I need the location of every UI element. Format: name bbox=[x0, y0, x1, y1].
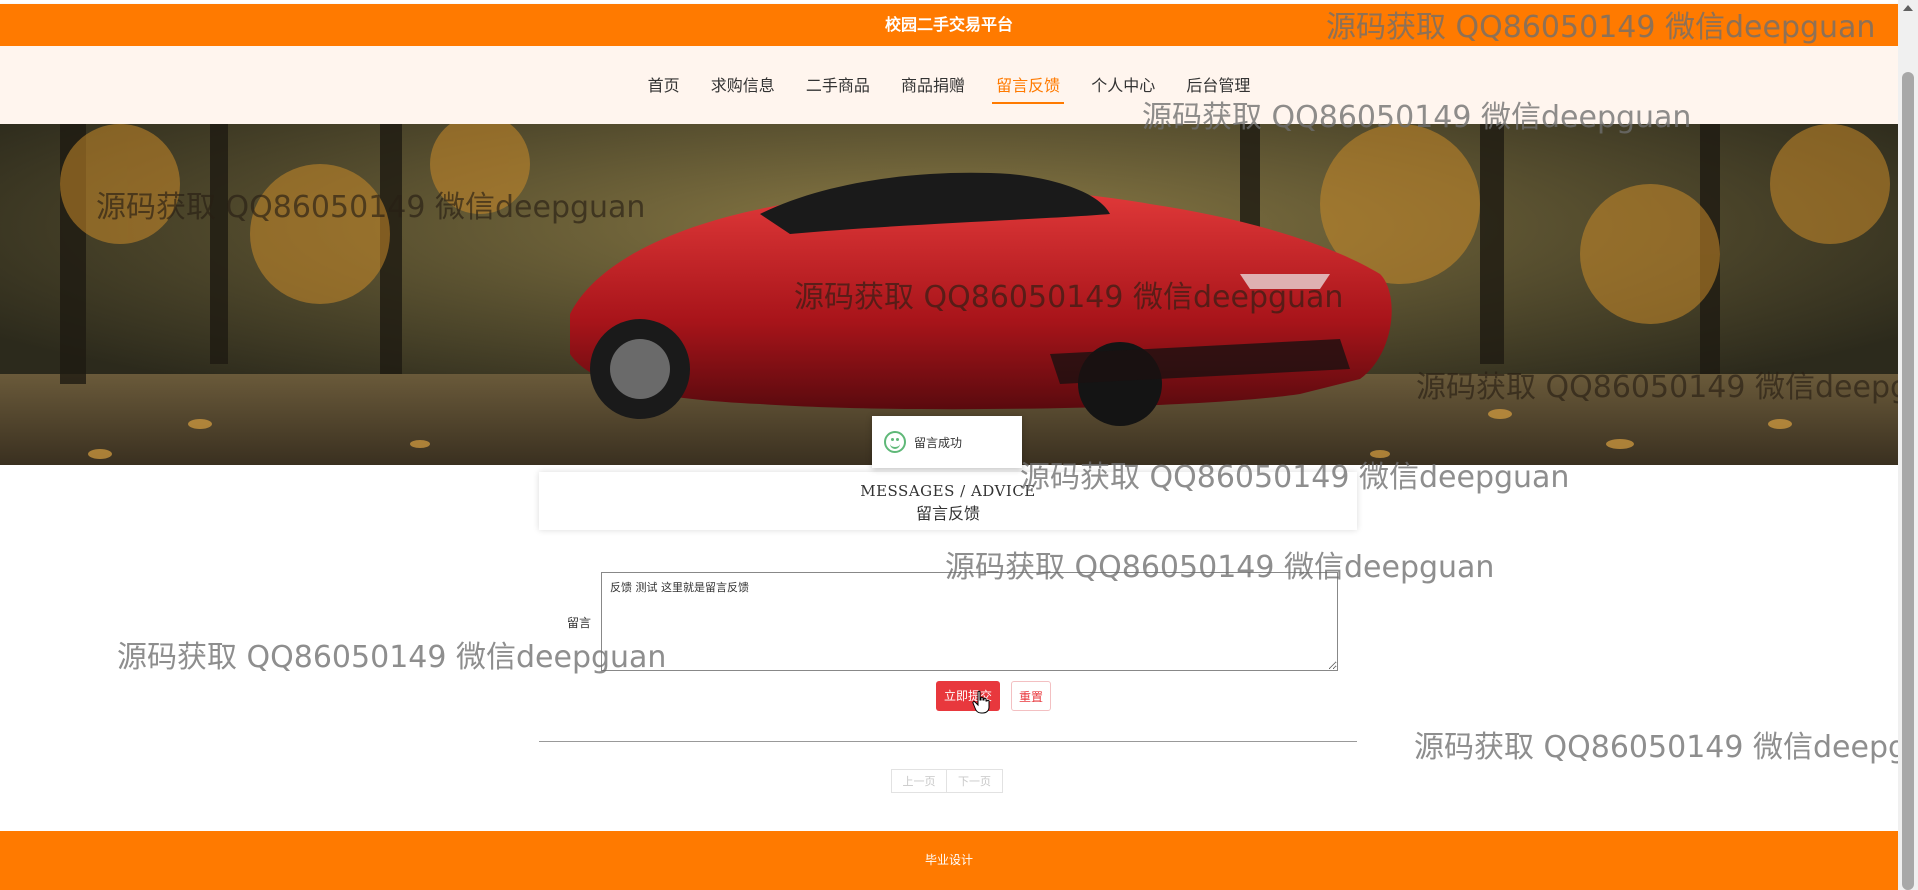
site-title: 校园二手交易平台 bbox=[884, 15, 1013, 34]
banner-illustration bbox=[0, 124, 1898, 465]
main-nav: 首页 求购信息 二手商品 商品捐赠 留言反馈 个人中心 后台管理 bbox=[0, 46, 1898, 124]
message-label: 留言 bbox=[566, 616, 591, 630]
submit-button[interactable]: 立即提交 bbox=[936, 681, 1000, 711]
message-textarea[interactable]: 反馈 测试 这里就是留言反馈 bbox=[601, 572, 1338, 671]
prev-page-button[interactable]: 上一页 bbox=[891, 769, 947, 793]
nav-item-profile[interactable]: 个人中心 bbox=[1087, 72, 1159, 102]
scrollbar-thumb[interactable] bbox=[1902, 72, 1914, 890]
nav-item-feedback[interactable]: 留言反馈 bbox=[992, 72, 1065, 104]
pagination: 上一页 下一页 bbox=[891, 769, 1003, 793]
scroll-up-arrow-icon[interactable] bbox=[1903, 5, 1913, 11]
nav-item-donation[interactable]: 商品捐赠 bbox=[897, 72, 969, 102]
section-title-en: MESSAGES / ADVICE bbox=[860, 482, 1036, 500]
reset-button[interactable]: 重置 bbox=[1011, 681, 1051, 711]
banner-image bbox=[0, 124, 1898, 465]
watermark: 源码获取 QQ86050149 微信deepguan bbox=[1414, 730, 1898, 765]
page: 校园二手交易平台 首页 求购信息 二手商品 商品捐赠 留言反馈 个人中心 后台管… bbox=[0, 0, 1898, 890]
site-footer: 毕业设计 bbox=[0, 831, 1898, 890]
success-toast: 留言成功 bbox=[872, 416, 1022, 468]
footer-text: 毕业设计 bbox=[924, 853, 973, 867]
section-title-box: MESSAGES / ADVICE 留言反馈 bbox=[539, 472, 1357, 530]
divider bbox=[539, 741, 1357, 742]
nav-item-admin[interactable]: 后台管理 bbox=[1182, 72, 1254, 102]
smile-icon bbox=[884, 431, 906, 453]
nav-item-home[interactable]: 首页 bbox=[644, 72, 684, 102]
section-title-cn: 留言反馈 bbox=[915, 504, 980, 523]
watermark: 源码获取 QQ86050149 微信deepguan bbox=[117, 640, 667, 675]
nav-item-wanted[interactable]: 求购信息 bbox=[707, 72, 779, 102]
hand-cursor-icon bbox=[972, 690, 990, 714]
next-page-button[interactable]: 下一页 bbox=[947, 769, 1003, 793]
nav-item-secondhand[interactable]: 二手商品 bbox=[802, 72, 874, 102]
vertical-scrollbar[interactable] bbox=[1898, 0, 1918, 890]
site-header: 校园二手交易平台 bbox=[0, 4, 1898, 46]
toast-message: 留言成功 bbox=[914, 435, 963, 450]
